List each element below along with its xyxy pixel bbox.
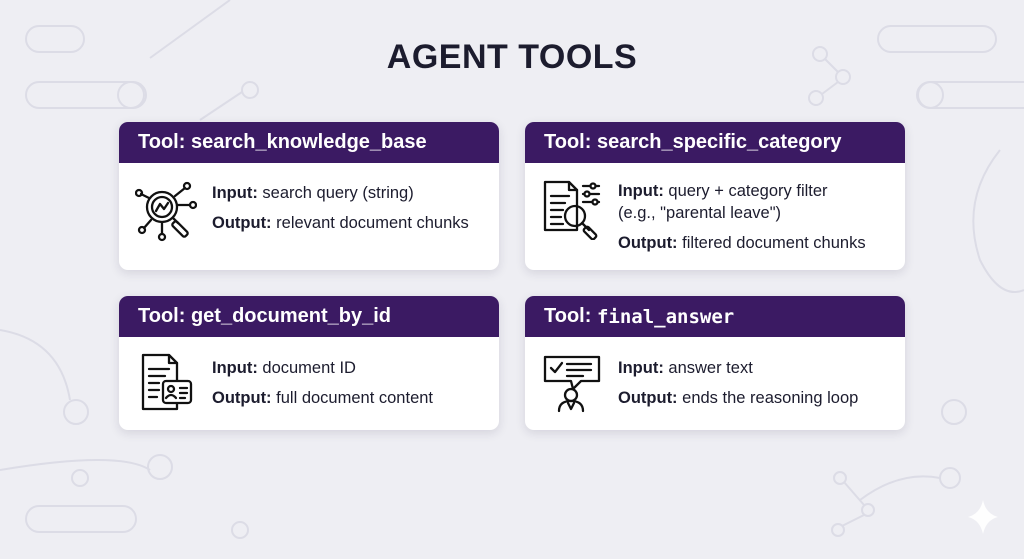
page-title: AGENT TOOLS xyxy=(386,38,638,76)
tool-card-search-knowledge-base: Tool: search_knowledge_base Input: searc… xyxy=(119,122,499,270)
tool-output: Output: filtered document chunks xyxy=(618,234,866,252)
tool-input: Input: document ID xyxy=(212,359,356,377)
tool-output: Output: full document content xyxy=(212,389,434,407)
tool-card-header: Tool: get_document_by_id xyxy=(119,296,499,337)
tool-name: search_knowledge_base xyxy=(190,131,427,153)
tool-card-header: Tool: final_answer xyxy=(525,296,905,337)
document-id-card-icon xyxy=(135,351,197,413)
tool-io: Input: answer text Output: ends the reas… xyxy=(618,357,897,417)
tool-output: Output: relevant document chunks xyxy=(212,214,469,232)
tool-name: get_document_by_id xyxy=(190,305,391,327)
tool-input: Input: query + category filter (e.g., "pa… xyxy=(618,182,828,222)
sparkle-icon xyxy=(968,500,998,534)
tool-io: Input: query + category filter (e.g., "pa… xyxy=(618,180,897,262)
tool-io: Input: document ID Output: full document… xyxy=(212,357,491,417)
tool-card-header: Tool: search_specific_category xyxy=(525,122,905,163)
speech-bubble-person-icon xyxy=(541,351,603,413)
tool-input: Input: answer text xyxy=(618,359,753,377)
tool-card-get-document-by-id: Tool: get_document_by_id Input: document… xyxy=(119,296,499,430)
tool-card-header: Tool: search_knowledge_base xyxy=(119,122,499,163)
tool-name: search_specific_category xyxy=(596,131,842,153)
tool-card-search-specific-category: Tool: search_specific_category Input: qu… xyxy=(525,122,905,270)
tool-card-final-answer: Tool: final_answer Input: answer text Ou… xyxy=(525,296,905,430)
tool-input: Input: search query (string) xyxy=(212,184,414,202)
tool-output: Output: ends the reasoning loop xyxy=(618,389,859,407)
tool-prefix: Tool: xyxy=(138,131,186,153)
tool-prefix: Tool: xyxy=(138,305,186,327)
tool-io: Input: search query (string) Output: rel… xyxy=(212,182,491,242)
magnifier-network-icon xyxy=(134,180,198,242)
tool-prefix: Tool: xyxy=(544,305,592,327)
document-filter-search-icon xyxy=(541,178,603,241)
tool-prefix: Tool: xyxy=(544,131,592,153)
tool-name: final_answer xyxy=(596,305,735,328)
background-decoration xyxy=(0,0,1024,539)
